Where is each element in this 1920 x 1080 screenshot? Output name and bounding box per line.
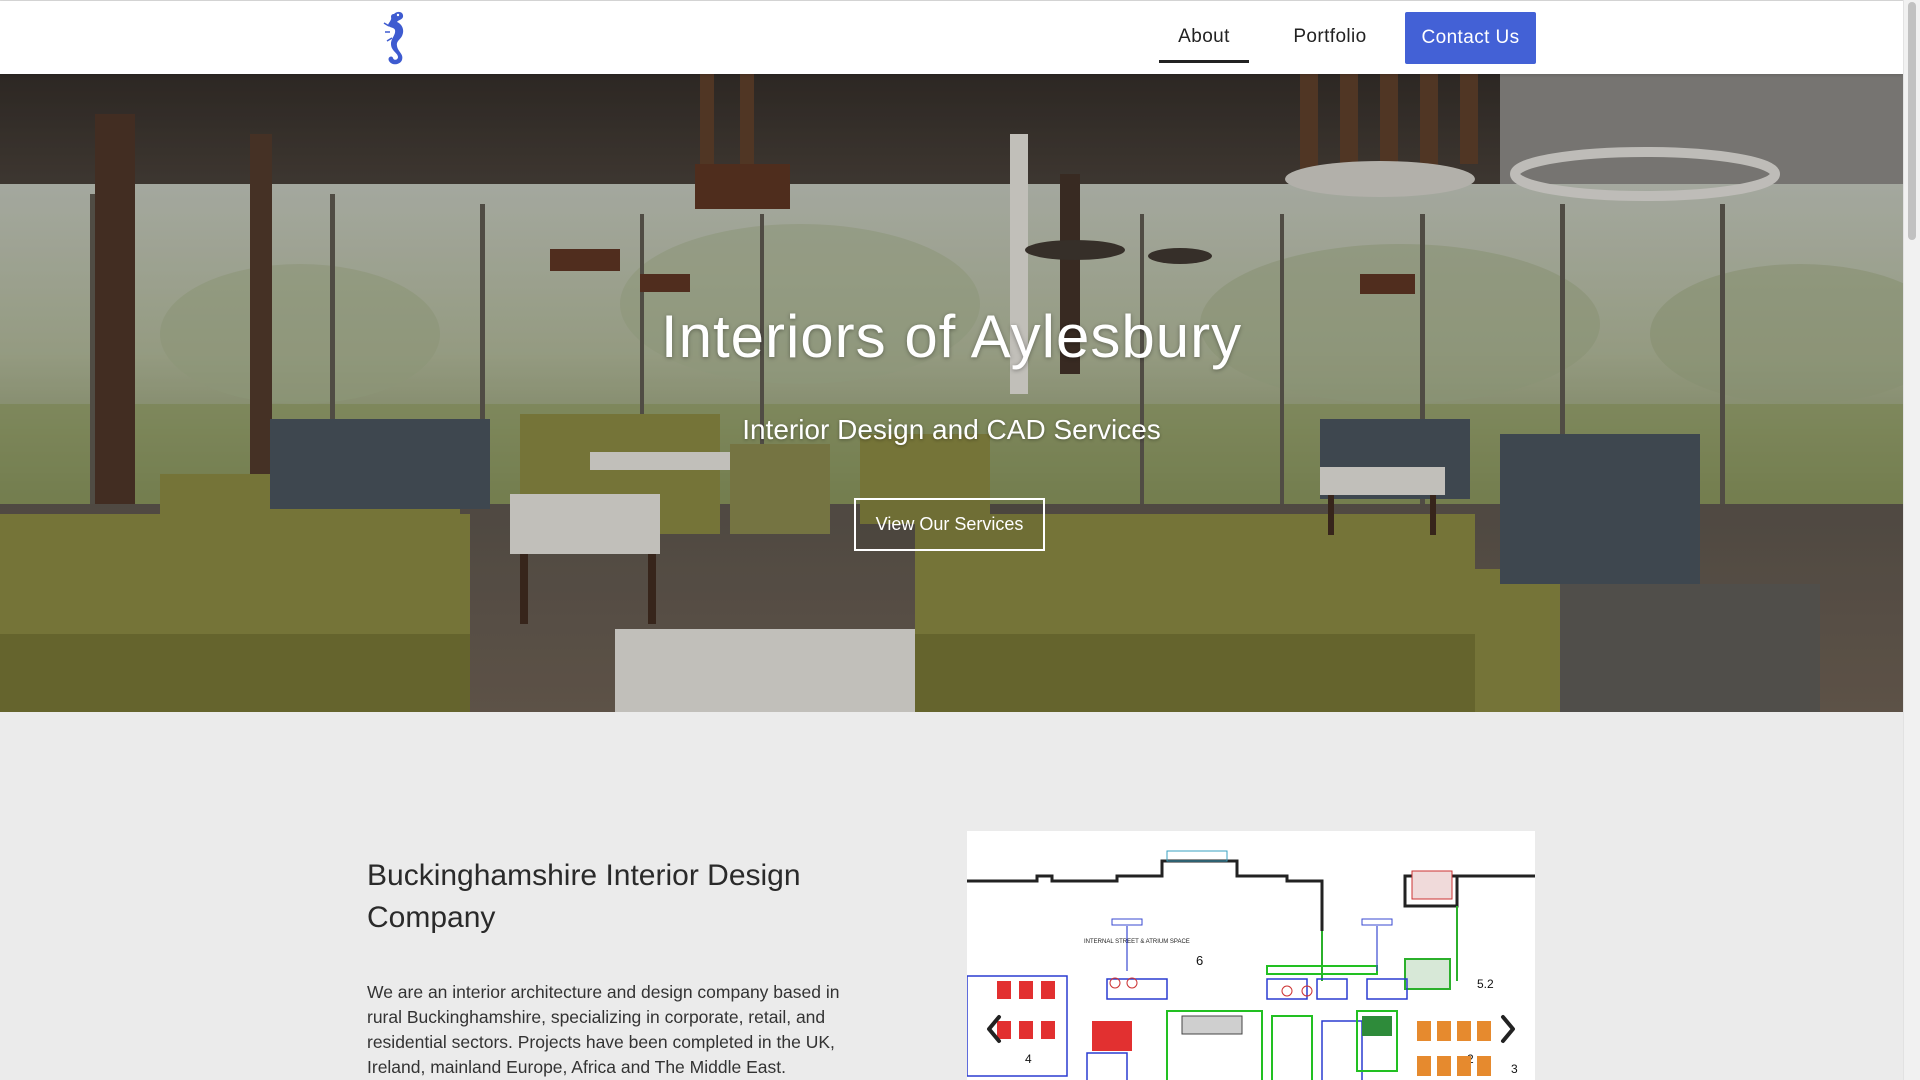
nav-portfolio-link[interactable]: Portfolio [1279,13,1381,63]
navbar: About Portfolio Contact Us [0,1,1903,74]
contact-us-button[interactable]: Contact Us [1405,12,1536,64]
page: About Portfolio Contact Us Interiors of … [0,0,1903,1080]
image-carousel[interactable]: INTERNAL STREET & ATRIUM SPACE 6 5.2 4 2… [967,831,1535,1080]
page-scrollbar[interactable] [1903,0,1920,1080]
svg-text:3: 3 [1511,1062,1518,1076]
hero-section: Interiors of Aylesbury Interior Design a… [0,74,1903,712]
intro-heading: Buckinghamshire Interior Design Company [367,859,801,934]
scrollbar-thumb[interactable] [1908,2,1916,240]
intro-body: We are an interior architecture and desi… [367,982,840,1077]
seahorse-logo-icon[interactable] [380,8,410,68]
nav-about-link[interactable]: About [1159,13,1249,63]
chevron-left-icon[interactable] [979,1009,1009,1049]
hero-title: Interiors of Aylesbury [660,303,1243,370]
view-services-button[interactable]: View Our Services [854,498,1045,551]
svg-text:5.2: 5.2 [1477,977,1494,991]
hero-subtitle: Interior Design and CAD Services [742,414,1161,445]
hero-overlay [0,74,1903,712]
floor-plan-drawing: INTERNAL STREET & ATRIUM SPACE 6 5.2 4 2… [967,850,1535,1080]
svg-text:4: 4 [1025,1052,1032,1066]
plan-label: INTERNAL STREET & ATRIUM SPACE [1084,939,1190,945]
chevron-right-icon[interactable] [1493,1009,1523,1049]
svg-text:6: 6 [1196,953,1203,968]
